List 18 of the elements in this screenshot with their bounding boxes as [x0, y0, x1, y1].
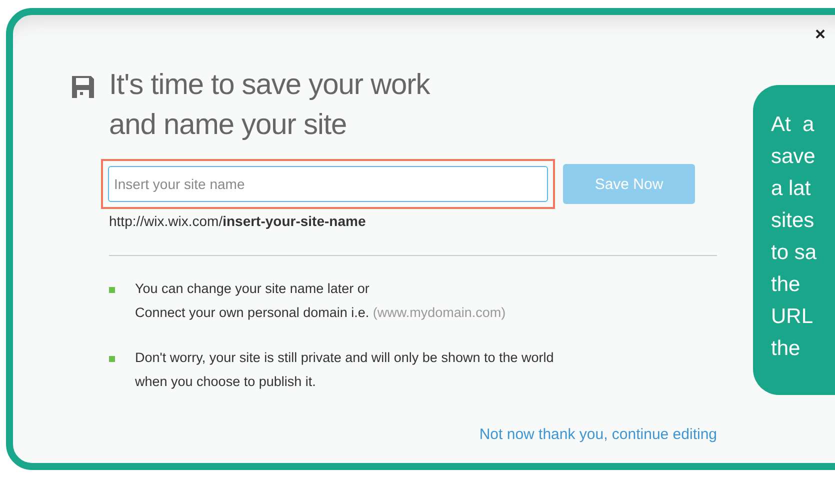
callout-text: the	[771, 272, 802, 298]
site-name-field[interactable]: Insert your site name	[108, 166, 548, 202]
callout-text: the	[771, 336, 802, 362]
save-now-button[interactable]: Save Now	[563, 164, 695, 204]
close-button[interactable]: ×	[815, 25, 826, 43]
bullet-marker	[109, 287, 115, 293]
bullet-text: You can change your site name later or Connect your own personal domain i.e. (www.mydomain.com)	[135, 280, 506, 322]
callout-text: sites	[771, 208, 816, 234]
callout-text: URL	[771, 304, 814, 330]
callout-text: At a	[771, 112, 816, 138]
callout-text: save	[771, 144, 816, 170]
callout-text: to sa	[771, 240, 818, 266]
bullet-text: Don't worry, your site is still private and will only be shown to the world when you choose to publish it.	[135, 349, 554, 391]
site-url: http://wix.wix.com/insert-your-site-name	[109, 213, 367, 229]
dialog-title: It's time to save your work and name your site	[109, 68, 432, 143]
continue-editing-link[interactable]: Not now thank you, continue editing	[479, 426, 717, 443]
bullet-marker	[109, 356, 115, 362]
callout-text: a lat	[771, 176, 812, 202]
